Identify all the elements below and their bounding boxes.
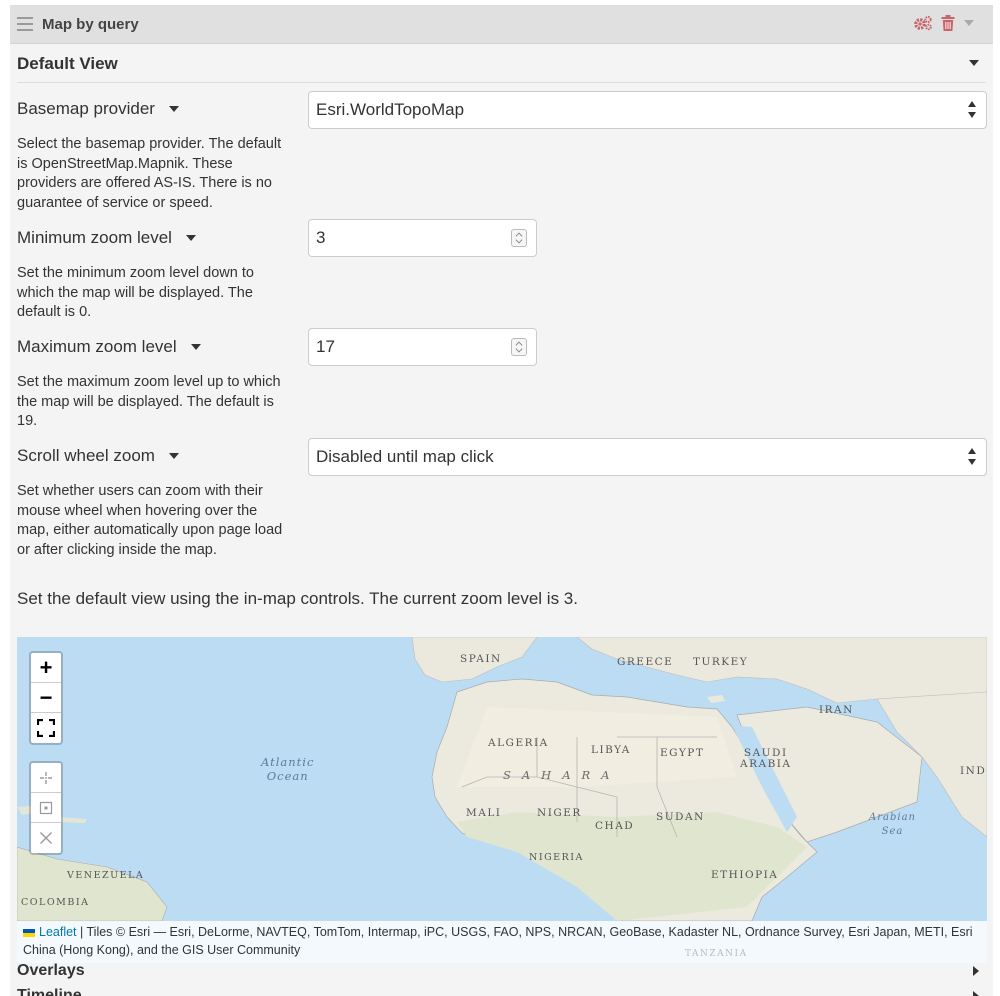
map-label-greece: GREECE — [617, 656, 674, 668]
select-arrows-icon — [968, 448, 978, 468]
min-zoom-label-text: Minimum zoom level — [17, 228, 172, 247]
map-label-spain: SPAIN — [460, 653, 502, 665]
min-zoom-value: 3 — [316, 228, 326, 247]
max-zoom-label: Maximum zoom level — [17, 337, 201, 357]
basemap-provider-value: Esri.WorldTopoMap — [316, 100, 465, 119]
help-toggle-caret-icon[interactable] — [168, 106, 179, 112]
trash-icon[interactable] — [941, 15, 955, 31]
panel-header: Map by query — [10, 5, 993, 44]
chevron-down-icon[interactable] — [963, 19, 975, 27]
map-label-turkey: TURKEY — [693, 656, 749, 668]
fullscreen-icon — [37, 719, 55, 737]
map-label-ind: IND — [960, 765, 987, 777]
overlays-section-title[interactable]: Overlays — [17, 962, 85, 980]
number-stepper-icon[interactable] — [511, 338, 527, 356]
map-label-saudi-arabia: SAUDI ARABIA — [740, 747, 792, 770]
map-label-ethiopia: ETHIOPIA — [711, 869, 779, 881]
clear-view-button[interactable] — [31, 823, 61, 853]
map-label-atlantic-ocean: Atlantic Ocean — [261, 755, 315, 783]
leaflet-link[interactable]: Leaflet — [39, 925, 77, 939]
map-label-libya: LIBYA — [591, 744, 631, 756]
scroll-zoom-label-text: Scroll wheel zoom — [17, 446, 155, 465]
gears-icon[interactable] — [913, 15, 933, 31]
min-zoom-input[interactable]: 3 — [308, 219, 537, 257]
map-terrain — [17, 637, 987, 922]
map-label-iran: IRAN — [819, 704, 854, 716]
basemap-provider-help: Select the basemap provider. The default… — [17, 136, 282, 211]
ukraine-flag-icon — [23, 928, 35, 937]
map-by-query-panel: Map by query Default View Basemap provid… — [10, 5, 993, 996]
panel-title: Map by query — [42, 16, 139, 33]
reset-view-button[interactable] — [31, 793, 61, 823]
divider — [17, 82, 986, 83]
number-stepper-icon[interactable] — [511, 229, 527, 247]
scroll-zoom-help: Set whether users can zoom with their mo… — [17, 483, 283, 558]
crosshair-icon — [40, 771, 52, 784]
basemap-provider-label-text: Basemap provider — [17, 99, 155, 118]
map-canvas[interactable]: SPAIN GREECE TURKEY IRAN ALGERIA LIBYA E… — [17, 637, 987, 963]
section-title[interactable]: Default View — [17, 54, 118, 74]
map-label-tanzania: TANZANIA — [685, 949, 748, 959]
chevron-right-icon[interactable] — [973, 991, 979, 996]
max-zoom-value: 17 — [316, 337, 335, 356]
basemap-provider-label: Basemap provider — [17, 99, 179, 119]
map-attribution: Leaflet | Tiles © Esri — Esri, DeLorme, … — [17, 921, 987, 963]
default-view-instructions: Set the default view using the in-map co… — [17, 589, 578, 608]
panel-header-actions — [913, 15, 975, 31]
map-label-egypt: EGYPT — [660, 747, 705, 759]
view-control — [29, 761, 63, 855]
select-arrows-icon — [968, 101, 978, 121]
map-label-mali: MALI — [466, 807, 502, 819]
fullscreen-button[interactable] — [31, 713, 61, 743]
map-label-venezuela: VENEZUELA — [67, 870, 145, 881]
min-zoom-label: Minimum zoom level — [17, 228, 196, 248]
map-label-sudan: SUDAN — [656, 811, 705, 823]
help-toggle-caret-icon[interactable] — [168, 453, 179, 459]
map-label-nigeria: NIGERIA — [529, 852, 584, 863]
timeline-section-title[interactable]: Timeline — [17, 987, 82, 996]
max-zoom-help: Set the maximum zoom level up to which t… — [17, 374, 281, 429]
help-toggle-caret-icon[interactable] — [190, 344, 201, 350]
map-label-chad: CHAD — [595, 820, 635, 832]
chevron-right-icon[interactable] — [973, 966, 979, 976]
close-icon — [40, 832, 52, 844]
max-zoom-label-text: Maximum zoom level — [17, 337, 177, 356]
zoom-control: + − — [29, 651, 63, 745]
map-label-algeria: ALGERIA — [488, 737, 549, 749]
section-collapse-caret-icon[interactable] — [969, 60, 979, 66]
max-zoom-input[interactable]: 17 — [308, 328, 537, 366]
zoom-in-button[interactable]: + — [31, 653, 61, 683]
map-label-niger: NIGER — [537, 807, 582, 819]
min-zoom-help: Set the minimum zoom level down to which… — [17, 265, 254, 320]
square-target-icon — [39, 801, 53, 814]
set-view-button[interactable] — [31, 763, 61, 793]
scroll-zoom-select[interactable]: Disabled until map click — [308, 438, 987, 476]
help-toggle-caret-icon[interactable] — [185, 235, 196, 241]
menu-icon[interactable] — [17, 17, 33, 31]
attribution-text: | Tiles © Esri — Esri, DeLorme, NAVTEQ, … — [23, 925, 973, 957]
scroll-zoom-value: Disabled until map click — [316, 447, 494, 466]
zoom-out-button[interactable]: − — [31, 683, 61, 713]
scroll-zoom-label: Scroll wheel zoom — [17, 446, 179, 466]
map-label-sahara: SAHARA — [503, 768, 621, 782]
basemap-provider-select[interactable]: Esri.WorldTopoMap — [308, 91, 987, 129]
map-label-arabian-sea: Arabian Sea — [869, 812, 916, 837]
map-label-colombia: COLOMBIA — [21, 897, 90, 908]
